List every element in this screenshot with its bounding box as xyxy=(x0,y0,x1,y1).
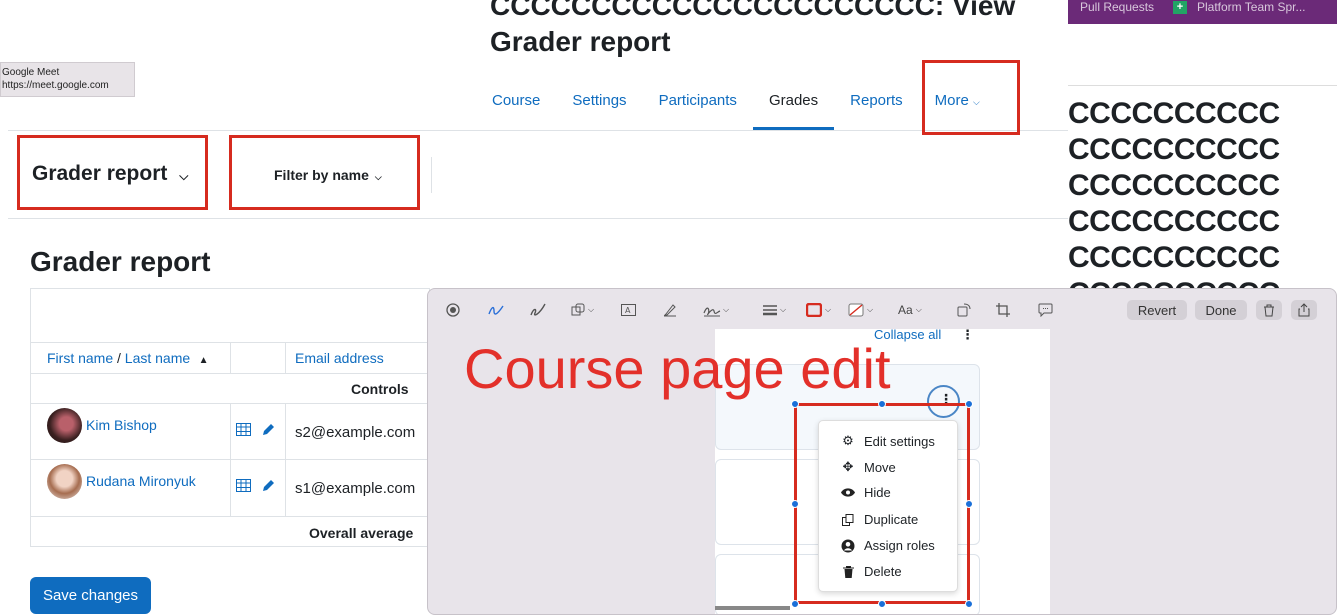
avatar xyxy=(47,464,82,499)
page-title-line2: Grader report xyxy=(490,26,671,57)
table-line xyxy=(285,342,286,373)
controls-label: Controls xyxy=(351,381,409,397)
resize-handle[interactable] xyxy=(791,500,799,508)
page-title: CCCCCCCCCCCCCCCCCCCCCC: View xyxy=(490,0,1016,21)
resize-handle[interactable] xyxy=(965,500,973,508)
browser-tab-pull-requests[interactable]: Pull Requests xyxy=(1080,0,1154,14)
nav-divider xyxy=(8,130,1068,131)
background-text: CCCCCCCCCC xyxy=(1068,241,1280,274)
email-cell: s1@example.com xyxy=(295,480,416,497)
chevron-down-icon: ⌵ xyxy=(915,305,922,314)
scrollbar[interactable] xyxy=(715,606,790,610)
tooltip-title: Google Meet xyxy=(2,67,60,78)
background-text: CCCCCCCCCC xyxy=(1068,133,1280,166)
tab-reports[interactable]: Reports xyxy=(834,84,919,130)
chevron-down-icon: ⌵ xyxy=(588,305,595,314)
rotate-icon[interactable] xyxy=(956,301,972,319)
annotation-box-more xyxy=(922,60,1020,135)
course-nav-tabs: Course Settings Participants Grades Repo… xyxy=(476,84,996,130)
sort-ascending-icon: ▲ xyxy=(198,355,209,366)
user-link-rudana-mironyuk[interactable]: Rudana Mironyuk xyxy=(86,473,196,489)
chevron-down-icon: ⌵ xyxy=(867,305,874,314)
grades-table-icon[interactable] xyxy=(236,479,251,497)
browser-tab-platform-team[interactable]: Platform Team Spr... xyxy=(1197,0,1306,14)
shapes-icon[interactable]: ⌵ xyxy=(571,301,594,319)
report-heading: Grader report xyxy=(30,246,211,277)
tooltip-url: https://meet.google.com xyxy=(2,80,109,91)
resize-handle[interactable] xyxy=(791,400,799,408)
table-line xyxy=(31,342,431,343)
resize-handle[interactable] xyxy=(965,400,973,408)
table-line xyxy=(285,403,286,516)
svg-text:A: A xyxy=(625,306,631,315)
background-text: CCCCCCCCCC xyxy=(1068,205,1280,238)
border-color-icon[interactable]: ⌵ xyxy=(806,301,831,319)
background-browser-tab-bar: Pull Requests + Platform Team Spr... xyxy=(1068,0,1337,24)
email-cell: s2@example.com xyxy=(295,424,416,441)
text-box-icon[interactable]: A xyxy=(621,301,636,319)
sheets-icon: + xyxy=(1173,1,1187,14)
edit-pencil-icon[interactable] xyxy=(261,479,275,498)
revert-button[interactable]: Revert xyxy=(1127,300,1187,320)
resize-handle[interactable] xyxy=(965,600,973,608)
background-text: CCCCCCCCCC xyxy=(1068,97,1280,130)
overall-average-label: Overall average xyxy=(309,525,414,541)
font-style-button[interactable]: Aa ⌵ xyxy=(898,301,922,319)
background-divider xyxy=(1068,85,1337,86)
table-line xyxy=(31,373,431,374)
toolbar-divider xyxy=(8,218,1068,219)
tab-settings[interactable]: Settings xyxy=(556,84,642,130)
edit-pencil-icon[interactable] xyxy=(261,423,275,442)
draw-icon[interactable] xyxy=(530,301,546,319)
tab-course[interactable]: Course xyxy=(476,84,556,130)
line-style-icon[interactable]: ⌵ xyxy=(763,301,786,319)
sort-firstname-link[interactable]: First name xyxy=(47,350,113,366)
grades-table-icon[interactable] xyxy=(236,423,251,441)
done-button[interactable]: Done xyxy=(1195,300,1247,320)
annotation-box-context-menu[interactable] xyxy=(794,403,970,604)
crop-icon[interactable] xyxy=(996,301,1010,319)
font-style-label: Aa xyxy=(898,303,913,317)
markup-editor-window: ⌵ A ⌵ ⌵ ⌵ ⌵ Aa ⌵ Revert Done Collapse al… xyxy=(427,288,1337,615)
resize-handle[interactable] xyxy=(878,600,886,608)
link-tooltip: Google Meet https://meet.google.com xyxy=(0,62,135,97)
tab-grades[interactable]: Grades xyxy=(752,84,835,130)
grader-table: First name / Last name ▲ Email address C… xyxy=(30,288,431,547)
chevron-down-icon: ⌵ xyxy=(723,305,730,314)
chevron-down-icon: ⌵ xyxy=(825,305,832,314)
table-line xyxy=(31,516,431,517)
background-text: CCCCCCCCCC xyxy=(1068,276,1280,288)
comment-icon[interactable] xyxy=(1038,301,1053,319)
annotation-box-filter xyxy=(229,135,420,210)
record-icon[interactable] xyxy=(446,301,460,319)
sketch-icon[interactable] xyxy=(488,301,504,319)
save-changes-button[interactable]: Save changes xyxy=(30,577,151,614)
share-icon[interactable] xyxy=(1291,300,1317,320)
fill-color-icon[interactable]: ⌵ xyxy=(848,301,873,319)
resize-handle[interactable] xyxy=(878,400,886,408)
sort-email-link[interactable]: Email address xyxy=(295,350,384,366)
header-separator: / xyxy=(113,350,125,366)
toolbar-separator xyxy=(431,157,432,193)
background-text: CCCCCCCCCC xyxy=(1068,169,1280,202)
trash-icon[interactable] xyxy=(1256,300,1282,320)
table-line xyxy=(230,342,231,373)
avatar xyxy=(47,408,82,443)
table-line xyxy=(31,403,431,404)
kebab-menu-icon[interactable]: ⋮ xyxy=(961,327,974,343)
annotation-text[interactable]: Course page edit xyxy=(464,339,891,399)
chevron-down-icon: ⌵ xyxy=(780,305,787,314)
signature-icon[interactable]: ⌵ xyxy=(703,301,729,319)
table-line xyxy=(31,459,431,460)
table-line xyxy=(230,403,231,516)
sort-lastname-link[interactable]: Last name xyxy=(125,350,190,366)
tab-participants[interactable]: Participants xyxy=(643,84,753,130)
resize-handle[interactable] xyxy=(791,600,799,608)
highlight-icon[interactable] xyxy=(663,301,677,319)
user-link-kim-bishop[interactable]: Kim Bishop xyxy=(86,417,157,433)
annotation-box-report-selector xyxy=(17,135,208,210)
sort-header: First name / Last name ▲ xyxy=(47,350,209,368)
